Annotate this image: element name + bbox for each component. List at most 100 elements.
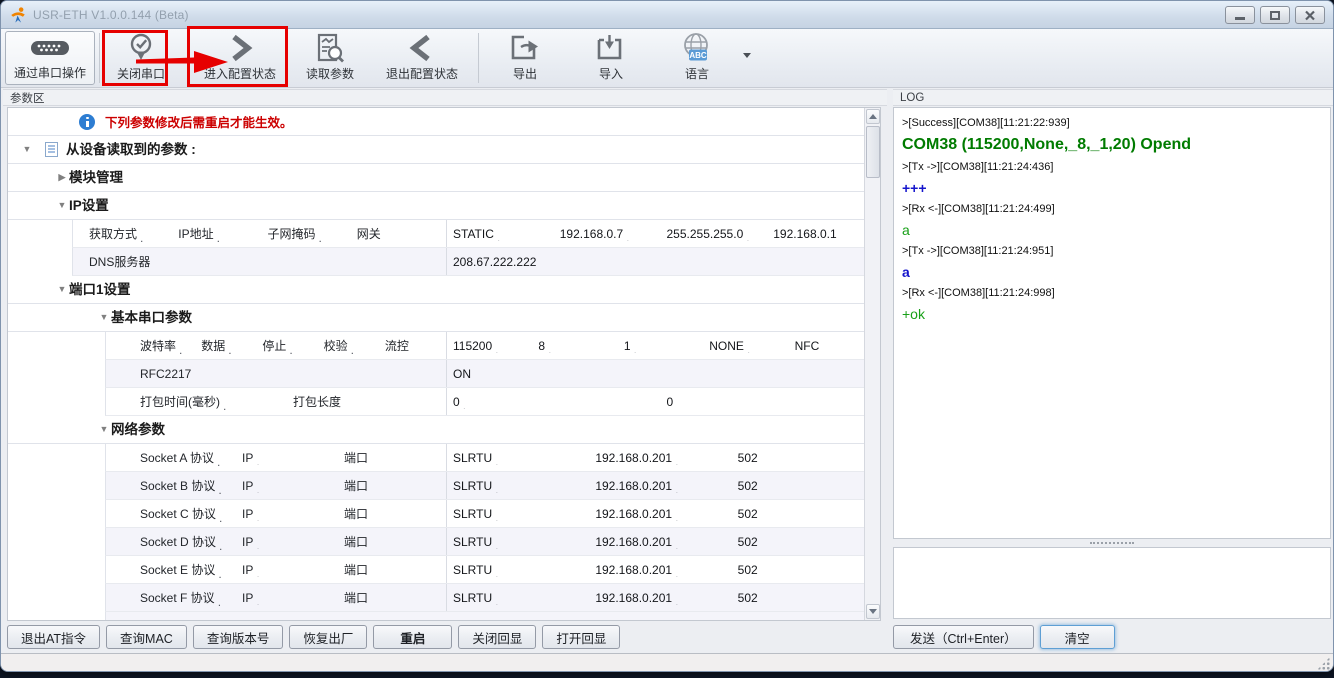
- section-basic-serial-params[interactable]: ▼ 基本串口参数: [8, 304, 880, 332]
- param-label[interactable]: IP地址: [178, 225, 267, 242]
- expand-arrow-icon[interactable]: ▼: [20, 136, 34, 163]
- param-value[interactable]: 502: [738, 563, 880, 577]
- maximize-button[interactable]: [1260, 6, 1290, 24]
- param-label[interactable]: 端口: [344, 533, 446, 550]
- collapse-arrow-icon[interactable]: ▶: [55, 164, 69, 191]
- param-label[interactable]: 端口: [344, 505, 446, 522]
- param-value[interactable]: 502: [738, 591, 880, 605]
- param-label[interactable]: 波特率: [140, 337, 201, 354]
- param-label[interactable]: IP: [242, 479, 344, 493]
- param-label[interactable]: Socket E 协议: [140, 561, 242, 578]
- param-value[interactable]: 502: [738, 451, 880, 465]
- param-label[interactable]: IP: [242, 535, 344, 549]
- resize-grip[interactable]: [1317, 657, 1330, 670]
- close-serial-button[interactable]: 关闭串口: [110, 31, 172, 85]
- param-value[interactable]: 115200: [453, 339, 538, 353]
- read-params-button[interactable]: 读取参数: [294, 31, 366, 85]
- expand-arrow-icon[interactable]: ▼: [55, 276, 69, 303]
- factory-reset-button[interactable]: 恢复出厂: [289, 625, 367, 649]
- section-ip-settings[interactable]: ▼ IP设置: [8, 192, 880, 220]
- param-label[interactable]: IP: [242, 451, 344, 465]
- param-value[interactable]: 0: [667, 395, 881, 409]
- param-label[interactable]: 获取方式: [89, 225, 178, 242]
- scrollbar-thumb[interactable]: [866, 126, 880, 178]
- section-module-management[interactable]: ▶ 模块管理: [8, 164, 880, 192]
- import-button[interactable]: 导入: [579, 31, 643, 85]
- send-input[interactable]: [893, 547, 1331, 619]
- param-value[interactable]: SLRTU: [453, 535, 595, 549]
- param-label[interactable]: 网关: [357, 225, 446, 242]
- param-value[interactable]: 255.255.255.0: [667, 227, 774, 241]
- param-value[interactable]: 192.168.0.201: [595, 507, 737, 521]
- param-value[interactable]: 502: [738, 507, 880, 521]
- param-label[interactable]: 停止: [262, 337, 323, 354]
- query-version-button[interactable]: 查询版本号: [193, 625, 284, 649]
- section-network-params[interactable]: ▼ 网络参数: [8, 416, 880, 444]
- param-label[interactable]: 端口: [344, 477, 446, 494]
- param-label[interactable]: 流控: [385, 337, 446, 354]
- param-label[interactable]: 打包时间(毫秒): [140, 393, 293, 410]
- param-label[interactable]: 数据: [201, 337, 262, 354]
- echo-on-button[interactable]: 打开回显: [542, 625, 620, 649]
- scroll-up-icon[interactable]: [866, 109, 880, 124]
- expand-arrow-icon[interactable]: ▼: [97, 304, 111, 331]
- param-value[interactable]: 192.168.0.201: [595, 451, 737, 465]
- language-button[interactable]: ABC 语言: [665, 31, 729, 85]
- query-mac-button[interactable]: 查询MAC: [106, 625, 187, 649]
- param-label[interactable]: DNS服务器: [89, 253, 446, 270]
- param-label[interactable]: Socket A 协议: [140, 449, 242, 466]
- param-value[interactable]: SLRTU: [453, 591, 595, 605]
- section-port1-settings[interactable]: ▼ 端口1设置: [8, 276, 880, 304]
- param-label[interactable]: RFC2217: [140, 367, 446, 381]
- enter-config-button[interactable]: 进入配置状态: [192, 31, 288, 85]
- close-button[interactable]: [1295, 6, 1325, 24]
- param-label[interactable]: 子网掩码: [268, 225, 357, 242]
- param-value[interactable]: 192.168.0.201: [595, 535, 737, 549]
- param-value[interactable]: 192.168.0.7: [560, 227, 667, 241]
- param-value[interactable]: 1: [624, 339, 709, 353]
- param-value[interactable]: SLRTU: [453, 563, 595, 577]
- param-label[interactable]: 打包长度: [293, 393, 446, 410]
- param-value[interactable]: 8: [538, 339, 623, 353]
- restart-button[interactable]: 重启: [373, 625, 452, 649]
- param-value[interactable]: 208.67.222.222: [453, 255, 880, 269]
- expand-arrow-icon[interactable]: ▼: [97, 416, 111, 443]
- clear-button[interactable]: 清空: [1040, 625, 1115, 649]
- log-splitter[interactable]: [893, 539, 1331, 547]
- expand-arrow-icon[interactable]: ▼: [55, 192, 69, 219]
- param-value[interactable]: SLRTU: [453, 451, 595, 465]
- param-label[interactable]: 端口: [344, 561, 446, 578]
- echo-off-button[interactable]: 关闭回显: [458, 625, 536, 649]
- exit-at-command-button[interactable]: 退出AT指令: [7, 625, 100, 649]
- tree-root-row[interactable]: ▼ 从设备读取到的参数 :: [8, 136, 880, 164]
- param-label[interactable]: 端口: [344, 589, 446, 606]
- param-value[interactable]: SLRTU: [453, 479, 595, 493]
- param-label[interactable]: Socket C 协议: [140, 505, 242, 522]
- param-label[interactable]: Socket D 协议: [140, 533, 242, 550]
- param-label[interactable]: Socket B 协议: [140, 477, 242, 494]
- send-button[interactable]: 发送（Ctrl+Enter）: [893, 625, 1034, 649]
- param-label[interactable]: IP: [242, 563, 344, 577]
- param-value[interactable]: 0: [453, 395, 667, 409]
- param-value[interactable]: NONE: [709, 339, 794, 353]
- param-value[interactable]: ON: [453, 367, 880, 381]
- operate-via-serial-button[interactable]: 通过串口操作: [5, 31, 95, 85]
- param-scrollbar[interactable]: [864, 108, 880, 620]
- param-label[interactable]: IP: [242, 507, 344, 521]
- param-value[interactable]: 192.168.0.201: [595, 563, 737, 577]
- scroll-down-icon[interactable]: [866, 604, 880, 619]
- param-value[interactable]: STATIC: [453, 227, 560, 241]
- exit-config-button[interactable]: 退出配置状态: [374, 31, 470, 85]
- minimize-button[interactable]: [1225, 6, 1255, 24]
- log-output[interactable]: >[Success][COM38][11:21:22:939]COM38 (11…: [893, 107, 1331, 539]
- param-label[interactable]: IP: [242, 591, 344, 605]
- language-dropdown-arrow-icon[interactable]: [743, 53, 751, 58]
- param-label[interactable]: 校验: [324, 337, 385, 354]
- param-value[interactable]: 502: [738, 479, 880, 493]
- param-value[interactable]: 192.168.0.201: [595, 479, 737, 493]
- param-value[interactable]: SLRTU: [453, 507, 595, 521]
- param-value[interactable]: 502: [738, 535, 880, 549]
- param-label[interactable]: Socket F 协议: [140, 589, 242, 606]
- export-button[interactable]: 导出: [493, 31, 557, 85]
- param-value[interactable]: 192.168.0.201: [595, 591, 737, 605]
